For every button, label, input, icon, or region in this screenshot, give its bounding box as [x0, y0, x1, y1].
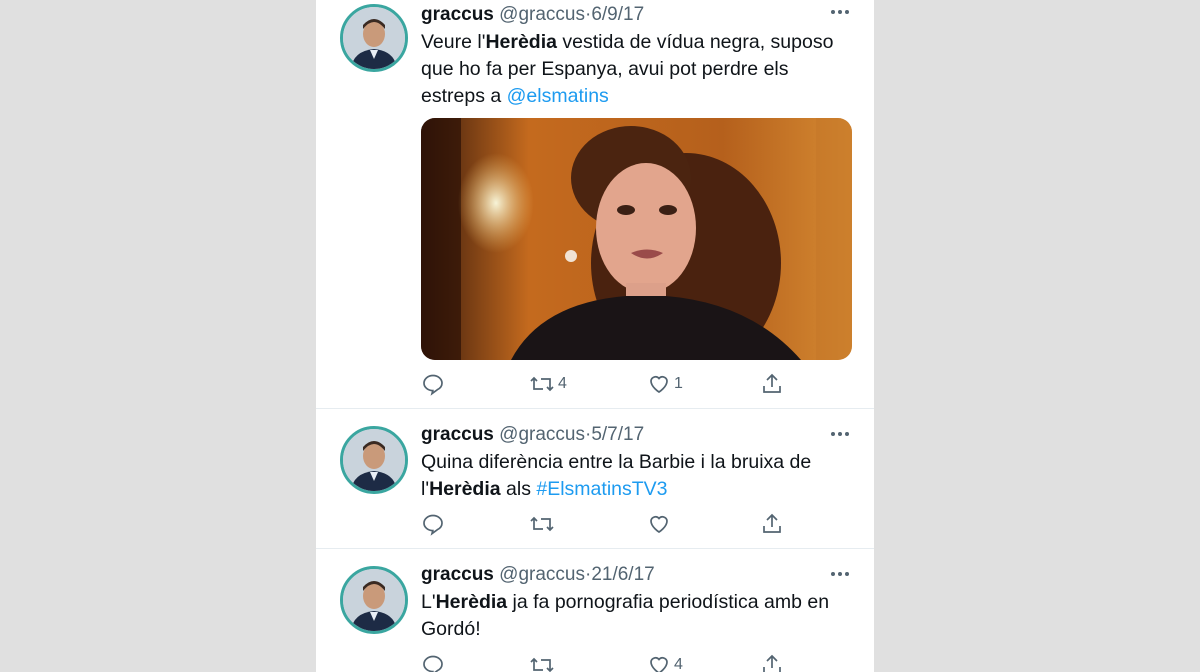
avatar[interactable] [340, 426, 408, 494]
share-icon [763, 373, 781, 393]
text-bold-segment: Herèdia [429, 478, 501, 500]
text-segment: als [500, 478, 537, 500]
author-handle[interactable]: @graccus [499, 424, 585, 445]
tweet-actions: 4 [421, 652, 861, 672]
tweet-date[interactable]: 5/7/17 [591, 424, 644, 445]
reply-icon [423, 514, 443, 536]
author-name[interactable]: graccus [421, 424, 494, 445]
retweet-button[interactable] [529, 652, 558, 672]
tweet-date[interactable]: 21/6/17 [591, 564, 654, 585]
more-icon[interactable] [828, 568, 852, 580]
text-bold-segment: Herèdia [435, 591, 508, 613]
tweet-text: Quina diferència entre la Barbie i la br… [421, 449, 841, 503]
author-name[interactable]: graccus [421, 4, 494, 25]
like-button[interactable]: 1 [647, 371, 683, 397]
tweet[interactable]: graccus @graccus·5/7/17 Quina diferència… [316, 409, 874, 548]
text-segment: Veure l' [421, 31, 486, 53]
share-icon [763, 513, 781, 533]
tweet-text: Veure l'Herèdia vestida de vídua negra, … [421, 29, 841, 110]
tweet-actions [421, 511, 861, 537]
tweet-media-image[interactable] [421, 118, 852, 360]
hashtag-link[interactable]: #ElsmatinsTV3 [536, 478, 667, 500]
tweet[interactable]: graccus @graccus·6/9/17 Veure l'Herèdia … [316, 0, 874, 408]
retweet-icon [530, 516, 554, 532]
more-icon[interactable] [828, 6, 852, 18]
heart-icon [650, 376, 668, 394]
author-name[interactable]: graccus [421, 564, 494, 585]
avatar[interactable] [340, 4, 408, 72]
retweet-icon [530, 657, 554, 672]
author-handle[interactable]: @graccus [499, 4, 585, 25]
like-count: 4 [674, 656, 683, 672]
heart-icon [650, 657, 668, 672]
text-segment: L' [421, 591, 436, 613]
retweet-button[interactable] [529, 511, 558, 537]
retweet-button[interactable]: 4 [529, 371, 567, 397]
reply-icon [423, 655, 443, 672]
reply-button[interactable] [421, 652, 448, 672]
share-button[interactable] [760, 371, 784, 397]
like-button[interactable] [647, 511, 674, 537]
tweet-actions: 4 1 [421, 371, 861, 397]
mention-link[interactable]: @elsmatins [507, 85, 609, 107]
share-button[interactable] [760, 652, 784, 672]
tweet-header: graccus @graccus·21/6/17 [421, 564, 655, 586]
share-icon [763, 654, 781, 672]
reply-icon [423, 374, 443, 396]
tweet-header: graccus @graccus·5/7/17 [421, 424, 644, 446]
reply-button[interactable] [421, 371, 448, 397]
avatar[interactable] [340, 566, 408, 634]
retweet-icon [530, 376, 554, 392]
share-button[interactable] [760, 511, 784, 537]
tweet[interactable]: graccus @graccus·21/6/17 L'Herèdia ja fa… [316, 549, 874, 672]
tweet-header: graccus @graccus·6/9/17 [421, 4, 644, 26]
like-button[interactable]: 4 [647, 652, 683, 672]
like-count: 1 [674, 375, 683, 392]
reply-button[interactable] [421, 511, 448, 537]
text-bold-segment: Herèdia [485, 31, 557, 53]
tweet-date[interactable]: 6/9/17 [591, 4, 644, 25]
heart-icon [650, 516, 668, 534]
more-icon[interactable] [828, 428, 852, 440]
retweet-count: 4 [558, 375, 567, 392]
author-handle[interactable]: @graccus [499, 564, 585, 585]
tweet-text: L'Herèdia ja fa pornografia periodística… [421, 589, 841, 643]
tweet-feed: graccus @graccus·6/9/17 Veure l'Herèdia … [316, 0, 874, 672]
